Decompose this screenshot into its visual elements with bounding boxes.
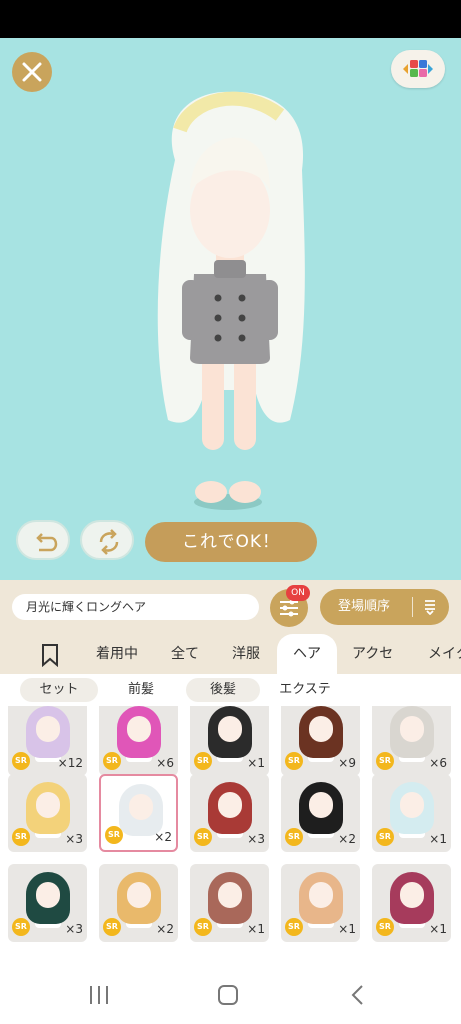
- tab-makeup[interactable]: メイク: [428, 634, 461, 674]
- color-view-icon: [403, 60, 433, 77]
- hair-item[interactable]: SR ×1: [190, 864, 269, 942]
- color-view-button[interactable]: [391, 50, 445, 88]
- rarity-badge: SR: [194, 918, 212, 936]
- rarity-badge: SR: [285, 752, 303, 770]
- hair-item[interactable]: SR ×6: [372, 706, 451, 776]
- mannequin-face: [36, 882, 60, 908]
- hair-item[interactable]: SR ×3: [190, 774, 269, 852]
- hair-item[interactable]: SR ×9: [281, 706, 360, 776]
- hair-item[interactable]: SR ×1: [190, 706, 269, 776]
- hair-item[interactable]: SR ×2: [281, 774, 360, 852]
- undo-icon: [36, 533, 58, 552]
- rarity-badge: SR: [12, 752, 30, 770]
- mannequin-face: [218, 716, 242, 742]
- hair-item-grid: SR ×12 SR ×6 SR ×1 SR ×9 SR ×6 SR ×3 SR ×2 SR ×3 SR ×2 SR ×…: [0, 706, 461, 962]
- mannequin-face: [309, 792, 333, 818]
- mannequin-face: [400, 792, 424, 818]
- rarity-badge: SR: [376, 828, 394, 846]
- item-count: ×9: [338, 756, 356, 770]
- rarity-badge: SR: [103, 752, 121, 770]
- tab-all[interactable]: 全て: [171, 634, 199, 674]
- hair-item[interactable]: SR ×3: [8, 864, 87, 942]
- mannequin-face: [218, 882, 242, 908]
- item-count: ×3: [247, 832, 265, 846]
- item-count: ×6: [156, 756, 174, 770]
- recent-apps-icon[interactable]: [88, 984, 110, 1006]
- mannequin-face: [127, 882, 151, 908]
- rarity-badge: SR: [376, 918, 394, 936]
- status-bar: [0, 0, 461, 38]
- subtab-back-hair[interactable]: 後髪: [186, 678, 260, 702]
- bookmark-icon[interactable]: [40, 643, 60, 667]
- rarity-badge: SR: [194, 828, 212, 846]
- close-icon: [22, 62, 42, 82]
- tab-accessory[interactable]: アクセ: [352, 634, 393, 674]
- hair-subtabs: セット 前髪 後髪 エクステ: [0, 674, 461, 706]
- mannequin-face: [36, 792, 60, 818]
- grid-bottom-row: [0, 956, 461, 968]
- mannequin-face: [400, 882, 424, 908]
- rarity-badge: SR: [194, 752, 212, 770]
- filter-on-badge: ON: [286, 585, 310, 601]
- item-count: ×2: [338, 832, 356, 846]
- subtab-bangs[interactable]: 前髪: [108, 678, 174, 702]
- avatar-figure: [157, 91, 305, 510]
- item-info-bar: 月光に輝くロングヘア ON 登場順序: [0, 580, 461, 634]
- item-count: ×1: [429, 832, 447, 846]
- mannequin-face: [36, 716, 60, 742]
- subtab-set[interactable]: セット: [20, 678, 98, 702]
- filter-icon: [280, 599, 298, 617]
- hair-item[interactable]: SR ×6: [99, 706, 178, 776]
- item-count: ×2: [154, 830, 172, 844]
- rarity-badge: SR: [105, 826, 123, 844]
- refresh-icon: [99, 529, 119, 555]
- item-count: ×1: [429, 922, 447, 936]
- subtab-extensions[interactable]: エクステ: [270, 678, 340, 702]
- rarity-badge: SR: [285, 828, 303, 846]
- mannequin-face: [127, 716, 151, 742]
- sort-button[interactable]: 登場順序: [320, 589, 449, 625]
- item-count: ×1: [247, 922, 265, 936]
- item-count: ×3: [65, 922, 83, 936]
- category-tabs: 着用中 全て 洋服 ヘア アクセ メイク: [0, 634, 461, 674]
- hair-item[interactable]: SR ×1: [281, 864, 360, 942]
- hair-item[interactable]: SR ×1: [372, 864, 451, 942]
- sort-label: 登場順序: [338, 599, 391, 614]
- rarity-badge: SR: [376, 752, 394, 770]
- rarity-badge: SR: [103, 918, 121, 936]
- item-count: ×1: [247, 756, 265, 770]
- rarity-badge: SR: [12, 918, 30, 936]
- rarity-badge: SR: [12, 828, 30, 846]
- undo-button[interactable]: [16, 520, 70, 560]
- mannequin-face: [129, 794, 153, 820]
- rarity-badge: SR: [285, 918, 303, 936]
- close-button[interactable]: [12, 52, 52, 92]
- sort-order-icon[interactable]: [423, 599, 437, 615]
- item-count: ×12: [57, 756, 83, 770]
- item-count: ×1: [338, 922, 356, 936]
- sort-divider: [412, 597, 413, 617]
- item-count: ×6: [429, 756, 447, 770]
- item-name-field: 月光に輝くロングヘア: [12, 594, 259, 620]
- system-nav-bar: [0, 968, 461, 1024]
- hair-item[interactable]: SR ×1: [372, 774, 451, 852]
- avatar-stage: これでOK！: [0, 38, 461, 580]
- hair-item[interactable]: SR ×2: [99, 774, 178, 852]
- mannequin-face: [218, 792, 242, 818]
- hair-item[interactable]: SR ×12: [8, 706, 87, 776]
- item-count: ×2: [156, 922, 174, 936]
- mannequin-face: [309, 716, 333, 742]
- hair-item[interactable]: SR ×3: [8, 774, 87, 852]
- tab-clothes[interactable]: 洋服: [232, 634, 260, 674]
- home-icon[interactable]: [217, 984, 239, 1006]
- mannequin-face: [309, 882, 333, 908]
- confirm-ok-button[interactable]: これでOK！: [145, 522, 317, 562]
- item-count: ×3: [65, 832, 83, 846]
- mannequin-face: [400, 716, 424, 742]
- refresh-button[interactable]: [80, 520, 134, 560]
- tab-hair[interactable]: ヘア: [277, 634, 337, 674]
- back-icon[interactable]: [347, 984, 369, 1006]
- tab-wearing[interactable]: 着用中: [96, 634, 138, 674]
- hair-item[interactable]: SR ×2: [99, 864, 178, 942]
